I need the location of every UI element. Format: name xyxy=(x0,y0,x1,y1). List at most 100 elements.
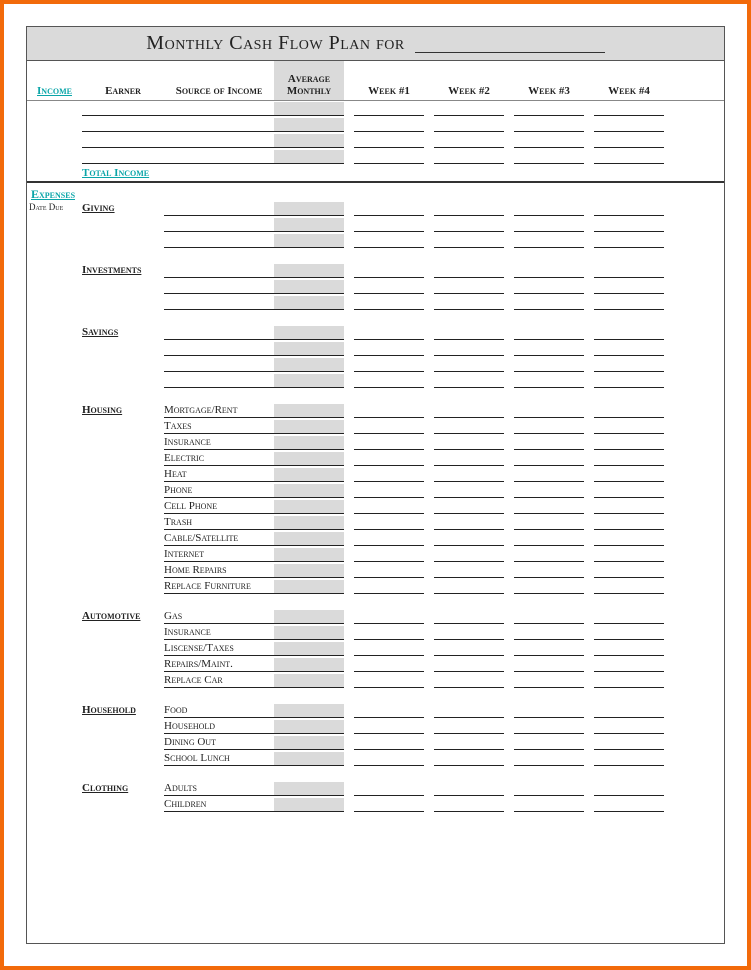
expense-row[interactable]: Children xyxy=(27,797,724,813)
expense-category-label xyxy=(82,641,164,642)
expense-category-label: Savings xyxy=(82,325,164,338)
wk2-heading: Week #2 xyxy=(434,61,504,100)
expense-row[interactable]: Clothing Adults xyxy=(27,781,724,797)
title-row: Monthly Cash Flow Plan for xyxy=(27,27,724,61)
expense-item-label: Heat xyxy=(164,468,187,480)
expense-category-label xyxy=(82,233,164,234)
expense-item-label: Children xyxy=(164,798,206,810)
expense-row[interactable]: Date Due Giving xyxy=(27,201,724,217)
expense-row[interactable]: Household Food xyxy=(27,703,724,719)
expense-category-label: Housing xyxy=(82,403,164,416)
expense-item-label: Replace Car xyxy=(164,674,223,686)
expense-row[interactable] xyxy=(27,279,724,295)
expense-category-label: Household xyxy=(82,703,164,716)
expense-category-label xyxy=(82,483,164,484)
expense-item-label: Taxes xyxy=(164,420,192,432)
expense-category-label: Investments xyxy=(82,263,164,276)
expense-row[interactable]: Repairs/Maint. xyxy=(27,657,724,673)
expense-item-label: Replace Furniture xyxy=(164,580,251,592)
expense-category-label xyxy=(82,341,164,342)
expense-category-label xyxy=(82,531,164,532)
expense-item-label: Electric xyxy=(164,452,204,464)
expense-row[interactable]: Home Repairs xyxy=(27,563,724,579)
expense-category-label xyxy=(82,373,164,374)
expense-item-label: Food xyxy=(164,704,187,716)
expense-item-label: School Lunch xyxy=(164,752,230,764)
expense-category-label xyxy=(82,657,164,658)
expense-row[interactable]: Phone xyxy=(27,483,724,499)
expense-item-label: Cable/Satellite xyxy=(164,532,238,544)
income-row[interactable] xyxy=(27,101,724,117)
wk3-heading: Week #3 xyxy=(514,61,584,100)
expense-row[interactable]: Taxes xyxy=(27,419,724,435)
expense-row[interactable] xyxy=(27,357,724,373)
section-spacer xyxy=(27,595,724,609)
expense-item-label: Insurance xyxy=(164,626,211,638)
expense-category-label xyxy=(82,499,164,500)
expense-row[interactable] xyxy=(27,341,724,357)
expense-row[interactable]: Cell Phone xyxy=(27,499,724,515)
page-title: Monthly Cash Flow Plan for xyxy=(146,32,404,55)
expense-item-label: Gas xyxy=(164,610,182,622)
date-due-label: Date Due xyxy=(27,201,82,212)
expense-row[interactable]: Savings xyxy=(27,325,724,341)
expense-item-label: Repairs/Maint. xyxy=(164,658,233,670)
expense-item-label: Liscense/Taxes xyxy=(164,642,234,654)
expense-category-label xyxy=(82,217,164,218)
expense-row[interactable]: Heat xyxy=(27,467,724,483)
expense-category-label: Giving xyxy=(82,201,164,214)
wk1-heading: Week #1 xyxy=(354,61,424,100)
expense-category-label xyxy=(82,357,164,358)
expense-row[interactable]: Replace Car xyxy=(27,673,724,689)
total-income-row: Total Income xyxy=(27,165,724,181)
expense-item-label: Household xyxy=(164,720,215,732)
expense-category-label xyxy=(82,751,164,752)
expense-row[interactable] xyxy=(27,373,724,389)
expense-row[interactable]: Cable/Satellite xyxy=(27,531,724,547)
expense-category-label xyxy=(82,735,164,736)
expense-row[interactable]: Insurance xyxy=(27,435,724,451)
column-headers: Income Earner Source of Income Average M… xyxy=(27,61,724,101)
expense-item-label: Trash xyxy=(164,516,192,528)
expense-category-label xyxy=(82,295,164,296)
expense-row[interactable]: Household xyxy=(27,719,724,735)
section-spacer xyxy=(27,311,724,325)
expense-category-label: Automotive xyxy=(82,609,164,622)
expense-category-label xyxy=(82,515,164,516)
income-heading: Income xyxy=(27,61,82,100)
expense-row[interactable]: Electric xyxy=(27,451,724,467)
expense-item-label: Insurance xyxy=(164,436,211,448)
expense-row[interactable] xyxy=(27,233,724,249)
expense-row[interactable]: Automotive Gas xyxy=(27,609,724,625)
expense-row[interactable]: Housing Mortgage/Rent xyxy=(27,403,724,419)
expense-category-label xyxy=(82,673,164,674)
title-blank-line[interactable] xyxy=(415,35,605,53)
section-spacer xyxy=(27,813,724,827)
income-row[interactable] xyxy=(27,117,724,133)
section-spacer xyxy=(27,389,724,403)
expense-row[interactable] xyxy=(27,217,724,233)
earner-heading: Earner xyxy=(82,61,164,100)
expense-category-label xyxy=(82,719,164,720)
income-row[interactable] xyxy=(27,133,724,149)
section-spacer xyxy=(27,767,724,781)
expense-row[interactable]: Trash xyxy=(27,515,724,531)
expense-item-label: Cell Phone xyxy=(164,500,217,512)
source-heading: Source of Income xyxy=(164,61,274,100)
section-spacer xyxy=(27,689,724,703)
expense-row[interactable] xyxy=(27,295,724,311)
expense-row[interactable]: Internet xyxy=(27,547,724,563)
income-row[interactable] xyxy=(27,149,724,165)
expense-row[interactable]: Liscense/Taxes xyxy=(27,641,724,657)
expense-item-label: Phone xyxy=(164,484,192,496)
expense-category-label xyxy=(82,547,164,548)
expense-category-label xyxy=(82,579,164,580)
expense-row[interactable]: School Lunch xyxy=(27,751,724,767)
avg-heading: Average Monthly xyxy=(274,61,344,100)
expense-row[interactable]: Replace Furniture xyxy=(27,579,724,595)
expense-row[interactable]: Insurance xyxy=(27,625,724,641)
expense-row[interactable]: Dining Out xyxy=(27,735,724,751)
expense-category-label xyxy=(82,419,164,420)
expense-row[interactable]: Investments xyxy=(27,263,724,279)
expense-category-label xyxy=(82,797,164,798)
